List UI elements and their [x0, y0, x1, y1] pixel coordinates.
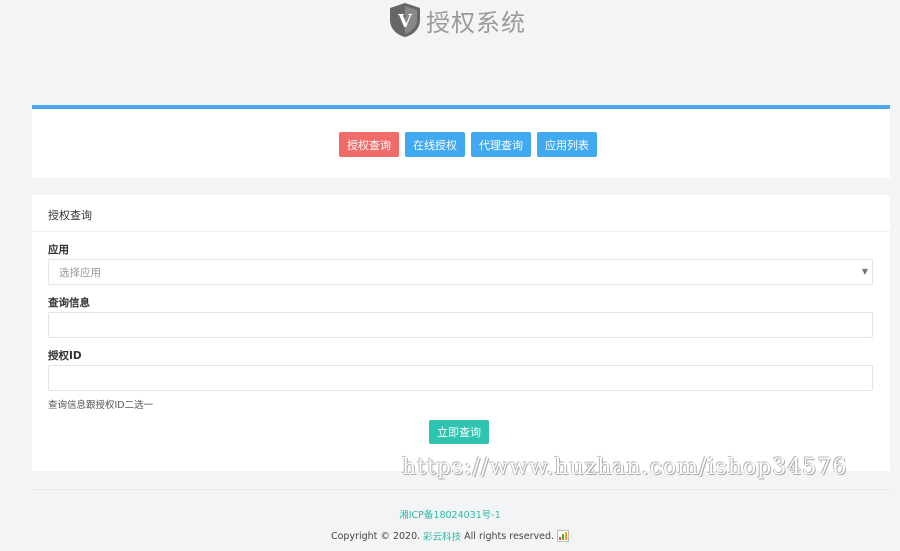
- icp-link[interactable]: 湘ICP备18024031号-1: [0, 507, 900, 521]
- query-card: 授权查询 应用 选择应用 ▼ 查询信息 授权ID 查询信息跟授权ID二选一 立即…: [32, 195, 890, 471]
- info-input[interactable]: [48, 312, 873, 338]
- nav-app-list-button[interactable]: 应用列表: [537, 132, 597, 157]
- shield-logo-icon: V: [390, 3, 420, 37]
- nav-auth-query-button[interactable]: 授权查询: [339, 132, 399, 157]
- copyright-prefix: Copyright © 2020.: [330, 530, 421, 542]
- chevron-down-icon: ▼: [861, 267, 868, 276]
- app-label: 应用: [48, 244, 69, 256]
- app-select-value: 选择应用: [59, 266, 101, 279]
- copyright-suffix: All rights reserved.: [464, 530, 555, 542]
- nav-card: 授权查询 在线授权 代理查询 应用列表: [32, 105, 890, 178]
- nav-button-group: 授权查询 在线授权 代理查询 应用列表: [339, 132, 597, 157]
- help-text: 查询信息跟授权ID二选一: [48, 400, 154, 411]
- watermark: https://www.huzhan.com/ishop34576: [402, 455, 848, 480]
- logo: V 授权系统: [388, 2, 526, 38]
- site-title: 授权系统: [426, 8, 526, 37]
- card-divider: [32, 231, 890, 232]
- submit-query-button[interactable]: 立即查询: [429, 420, 489, 444]
- stats-icon[interactable]: [557, 530, 570, 542]
- brand-link[interactable]: 彩云科技: [423, 529, 461, 543]
- auth-id-label: 授权ID: [48, 350, 82, 362]
- copyright: Copyright © 2020. 彩云科技 All rights reserv…: [0, 529, 900, 543]
- nav-online-auth-button[interactable]: 在线授权: [405, 132, 465, 157]
- card-title: 授权查询: [48, 209, 92, 222]
- info-label: 查询信息: [48, 297, 90, 309]
- app-select[interactable]: 选择应用 ▼: [48, 259, 873, 285]
- footer-divider: [32, 489, 890, 490]
- auth-id-input[interactable]: [48, 365, 873, 391]
- svg-text:V: V: [397, 11, 413, 32]
- nav-agent-query-button[interactable]: 代理查询: [471, 132, 531, 157]
